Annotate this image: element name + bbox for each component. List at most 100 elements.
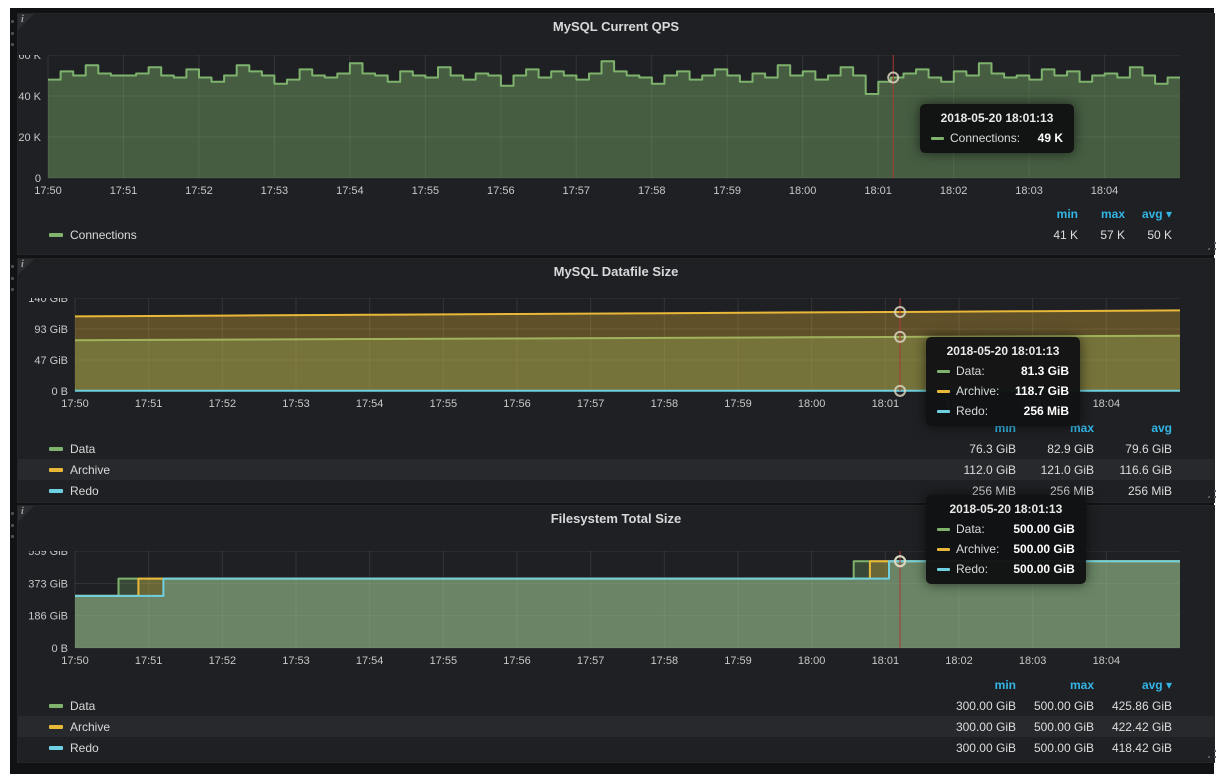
legend-series-archive[interactable]: Archive — [18, 463, 110, 477]
panel-resize-handle[interactable] — [1208, 248, 1210, 250]
svg-text:47 GiB: 47 GiB — [34, 355, 68, 367]
panel-resize-handle[interactable] — [1208, 756, 1210, 758]
svg-text:17:58: 17:58 — [638, 185, 666, 197]
legend-min-value: 112.0 GiB — [938, 463, 1016, 477]
tooltip-row-archive: Archive: 118.7 GiB — [937, 384, 1069, 398]
svg-text:17:59: 17:59 — [724, 655, 752, 667]
legend-avg-value: 418.42 GiB — [1094, 741, 1172, 755]
legend-series-archive[interactable]: Archive — [18, 720, 110, 734]
tooltip-timestamp: 2018-05-20 18:01:13 — [937, 344, 1069, 358]
series-color-dash — [937, 410, 950, 413]
svg-text:40 K: 40 K — [18, 91, 41, 103]
tooltip-series-label: Archive: — [956, 542, 999, 556]
legend-series-label: Data — [70, 699, 95, 713]
panel-title[interactable]: MySQL Current QPS — [18, 19, 1214, 34]
svg-text:18:00: 18:00 — [789, 185, 817, 197]
svg-text:18:01: 18:01 — [872, 655, 900, 667]
svg-text:17:53: 17:53 — [282, 398, 310, 410]
svg-text:559 GiB: 559 GiB — [28, 551, 68, 558]
legend-sort-min[interactable]: min — [1031, 207, 1078, 221]
svg-text:93 GiB: 93 GiB — [34, 324, 68, 336]
svg-text:17:58: 17:58 — [651, 398, 679, 410]
tooltip-series-label: Data: — [956, 522, 985, 536]
svg-text:18:03: 18:03 — [1019, 655, 1047, 667]
svg-text:18:04: 18:04 — [1093, 655, 1121, 667]
legend-sort-avg[interactable]: avg ▾ — [1125, 207, 1172, 221]
legend-series-redo[interactable]: Redo — [18, 484, 99, 498]
series-color-dash — [49, 746, 63, 750]
panel-drag-handle[interactable] — [11, 512, 17, 538]
svg-text:20 K: 20 K — [18, 132, 41, 144]
svg-text:17:55: 17:55 — [430, 655, 458, 667]
legend-sort-max[interactable]: max — [1016, 678, 1094, 692]
legend: min max avg Data 76.3 GiB 82.9 GiB 79.6 … — [18, 417, 1214, 501]
tooltip-timestamp: 2018-05-20 18:01:13 — [937, 502, 1075, 516]
legend-header-row: min max avg ▾ — [18, 674, 1214, 695]
svg-text:18:01: 18:01 — [864, 185, 892, 197]
legend-series-data[interactable]: Data — [18, 699, 95, 713]
legend-series-label: Redo — [70, 484, 99, 498]
svg-text:18:01: 18:01 — [872, 398, 900, 410]
svg-text:17:51: 17:51 — [135, 655, 163, 667]
legend-max-value: 500.00 GiB — [1016, 741, 1094, 755]
tooltip-series-value: 49 K — [1024, 131, 1063, 145]
svg-text:140 GiB: 140 GiB — [28, 298, 68, 305]
legend-avg-value: 422.42 GiB — [1094, 720, 1172, 734]
series-color-dash — [937, 548, 950, 551]
series-color-dash — [937, 370, 950, 373]
svg-text:17:56: 17:56 — [487, 185, 515, 197]
svg-text:373 GiB: 373 GiB — [28, 578, 68, 590]
tooltip-row-data: Data: 500.00 GiB — [937, 522, 1075, 536]
tooltip-row-redo: Redo: 500.00 GiB — [937, 562, 1075, 576]
legend-series-data[interactable]: Data — [18, 442, 95, 456]
svg-text:17:50: 17:50 — [34, 185, 62, 197]
series-color-dash — [931, 137, 944, 140]
svg-text:17:53: 17:53 — [282, 655, 310, 667]
tooltip-series-value: 256 MiB — [1010, 404, 1069, 418]
legend-row-connections: Connections 41 K 57 K 50 K — [18, 224, 1214, 245]
panel-drag-handle[interactable] — [11, 265, 17, 291]
panel-drag-handle[interactable] — [11, 20, 17, 46]
legend-sort-max[interactable]: max — [1078, 207, 1125, 221]
svg-text:17:50: 17:50 — [61, 655, 89, 667]
legend-max-value: 500.00 GiB — [1016, 699, 1094, 713]
legend-min-value: 300.00 GiB — [938, 741, 1016, 755]
svg-text:17:52: 17:52 — [209, 655, 237, 667]
series-color-dash — [49, 447, 63, 451]
svg-text:17:54: 17:54 — [356, 398, 384, 410]
legend-sort-avg[interactable]: avg — [1094, 421, 1172, 435]
legend-min-value: 300.00 GiB — [938, 720, 1016, 734]
svg-text:18:04: 18:04 — [1091, 185, 1119, 197]
series-color-dash — [49, 725, 63, 729]
panel-resize-handle[interactable] — [1208, 496, 1210, 498]
svg-text:17:59: 17:59 — [713, 185, 741, 197]
svg-text:0: 0 — [35, 173, 41, 185]
legend-row-redo: Redo 300.00 GiB 500.00 GiB 418.42 GiB — [18, 737, 1214, 758]
series-color-dash — [49, 489, 63, 493]
svg-text:18:02: 18:02 — [940, 185, 968, 197]
svg-text:0 B: 0 B — [51, 386, 68, 398]
legend-series-label: Connections — [70, 228, 137, 242]
tooltip-series-value: 500.00 GiB — [999, 562, 1074, 576]
grafana-dashboard: i MySQL Current QPS 17:5017:5117:5217:53… — [0, 0, 1224, 784]
legend-avg-value: 50 K — [1125, 228, 1172, 242]
tooltip-timestamp: 2018-05-20 18:01:13 — [931, 111, 1063, 125]
legend-series-redo[interactable]: Redo — [18, 741, 99, 755]
legend-series-connections[interactable]: Connections — [18, 228, 137, 242]
tooltip-series-value: 500.00 GiB — [999, 542, 1074, 556]
legend-min-value: 41 K — [1031, 228, 1078, 242]
legend-sort-min[interactable]: min — [938, 678, 1016, 692]
legend-row-archive: Archive 112.0 GiB 121.0 GiB 116.6 GiB — [18, 459, 1214, 480]
svg-text:60 K: 60 K — [18, 55, 41, 62]
svg-text:17:55: 17:55 — [430, 398, 458, 410]
legend: min max avg ▾ Connections 41 K 57 K 50 K — [18, 203, 1214, 245]
svg-text:17:54: 17:54 — [356, 655, 384, 667]
panel-title[interactable]: MySQL Datafile Size — [18, 264, 1214, 279]
legend-row-data: Data 300.00 GiB 500.00 GiB 425.86 GiB — [18, 695, 1214, 716]
svg-text:17:51: 17:51 — [135, 398, 163, 410]
tooltip-row-redo: Redo: 256 MiB — [937, 404, 1069, 418]
legend-sort-avg[interactable]: avg ▾ — [1094, 678, 1172, 692]
legend-series-label: Data — [70, 442, 95, 456]
svg-text:17:50: 17:50 — [61, 398, 89, 410]
svg-text:0 B: 0 B — [51, 643, 68, 655]
